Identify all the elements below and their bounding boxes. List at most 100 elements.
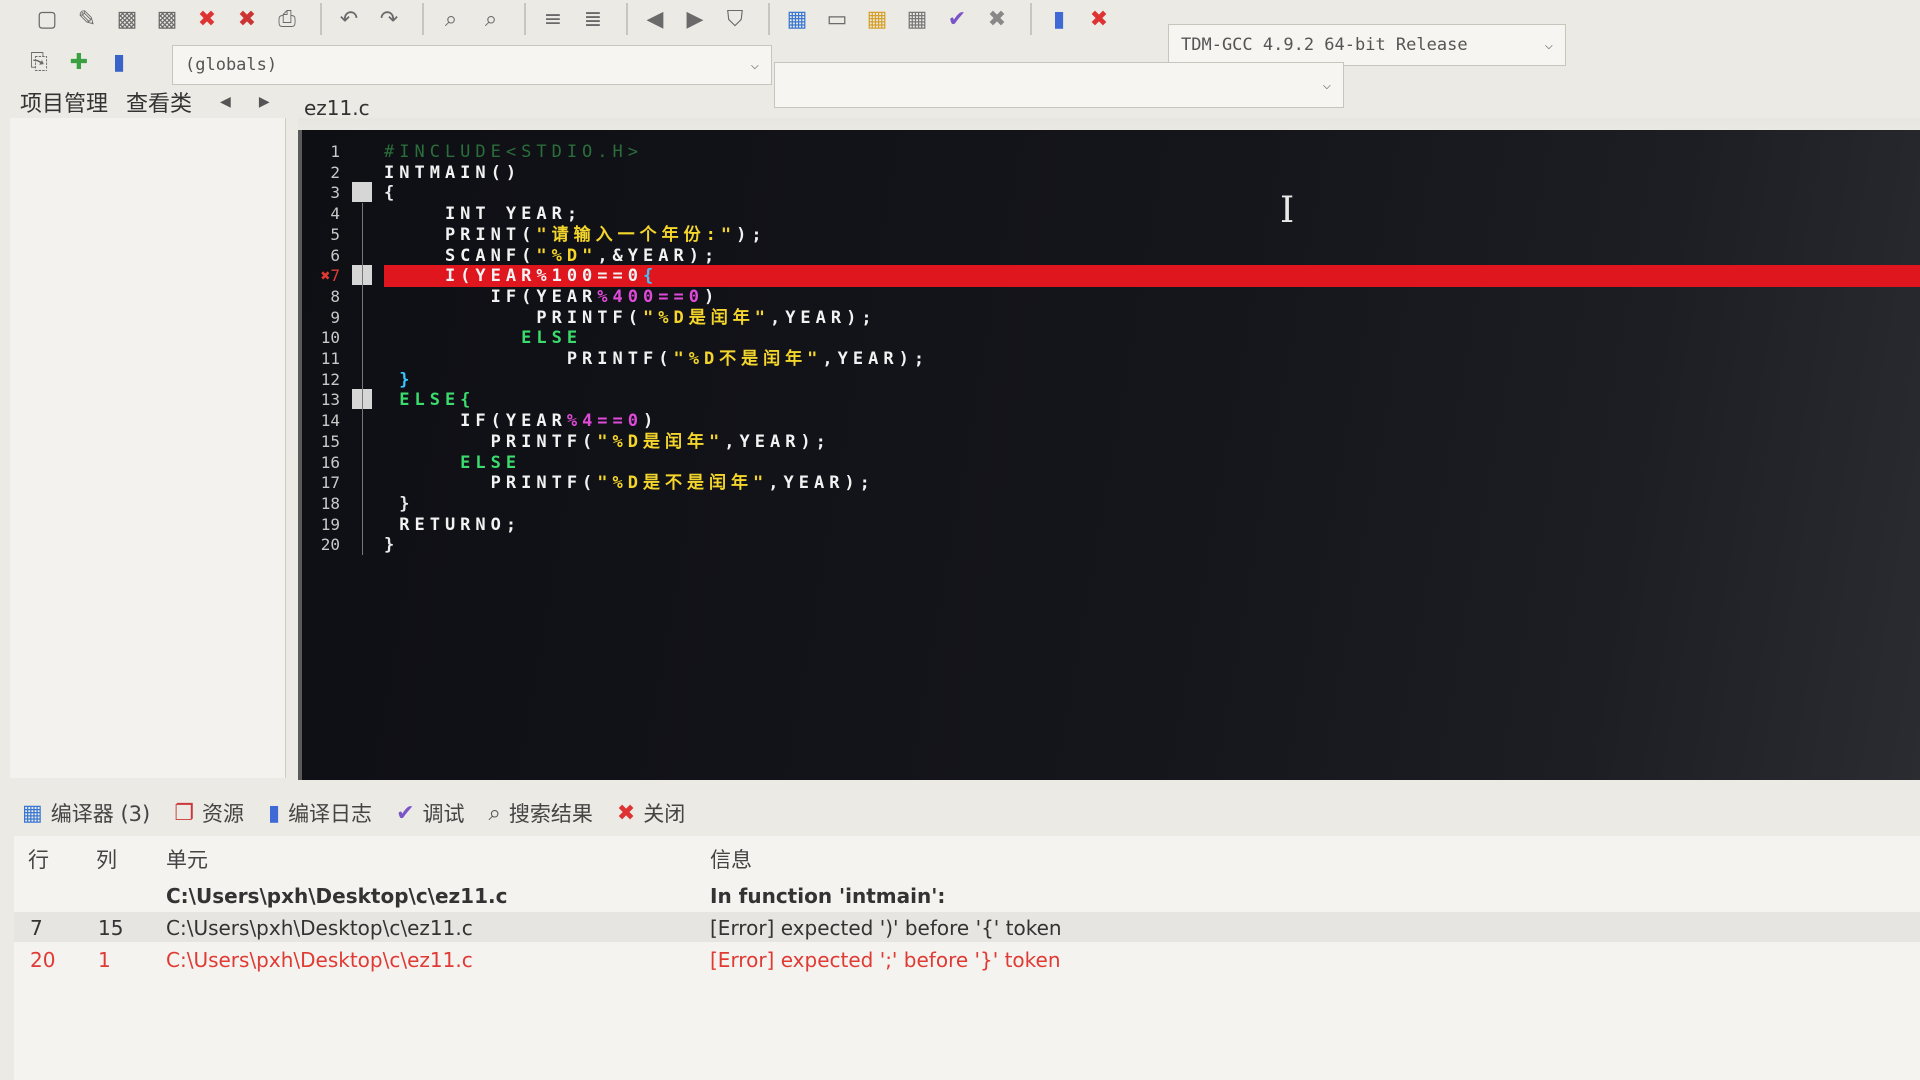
tab-project[interactable]: 项目管理 [20, 86, 108, 118]
line-number[interactable]: 16 [310, 453, 340, 472]
code-line[interactable]: ELSE [384, 453, 521, 473]
message-unit: C:\Users\pxh\Desktop\c\ez11.c [166, 916, 473, 940]
header-unit[interactable]: 单元 [166, 844, 208, 874]
close-file-icon[interactable]: ✖ [190, 4, 224, 34]
tab-close[interactable]: ✖ 关闭 [617, 798, 685, 828]
code-line[interactable]: } [384, 494, 414, 514]
open-file-icon[interactable]: ✎ [70, 4, 104, 34]
code-line[interactable]: RETURNO; [384, 515, 521, 535]
code-line[interactable]: { [384, 183, 399, 203]
message-col: 1 [98, 948, 111, 972]
line-number[interactable]: 9 [310, 308, 340, 327]
header-line[interactable]: 行 [28, 844, 49, 874]
tab-debug[interactable]: ✔ 调试 [396, 798, 464, 828]
line-number[interactable]: 12 [310, 370, 340, 389]
bookmark-next-icon[interactable]: ▶ [678, 4, 712, 34]
new-file-icon[interactable]: ▢ [30, 4, 64, 34]
file-tab[interactable]: ez11.c [304, 96, 370, 120]
tab-compile-log[interactable]: ▮ 编译日志 [268, 798, 372, 828]
code-line[interactable]: PRINTF("%D不是闰年",YEAR); [384, 349, 929, 369]
code-line[interactable]: ELSE{ [384, 390, 475, 410]
tab-classes[interactable]: 查看类 [126, 86, 192, 118]
chart-icon[interactable]: ▮ [1042, 4, 1076, 34]
code-line[interactable]: PRINTF("%D是闰年",YEAR); [384, 308, 877, 328]
fold-toggle-icon[interactable] [352, 182, 372, 203]
toolbar-separator [422, 3, 424, 35]
redo-icon[interactable]: ↷ [372, 4, 406, 34]
line-number[interactable]: 20 [310, 535, 340, 554]
function-combo[interactable]: ⌵ [774, 62, 1344, 108]
code-line[interactable]: IF(YEAR%400==0) [384, 287, 719, 307]
code-line[interactable]: } [384, 370, 414, 390]
code-token-def: SCANF( [384, 245, 537, 266]
line-number[interactable]: 4 [310, 204, 340, 223]
message-row[interactable]: C:\Users\pxh\Desktop\c\ez11.c In function… [14, 880, 1920, 910]
tab-resources[interactable]: ❐ 资源 [174, 798, 244, 828]
find-icon[interactable]: ⌕ [434, 4, 468, 34]
class-browser-icon[interactable]: ▮ [102, 47, 136, 77]
add-file-icon[interactable]: ✚ [62, 47, 96, 77]
bookmark-prev-icon[interactable]: ◀ [638, 4, 672, 34]
replace-icon[interactable]: ⌕ [474, 4, 508, 34]
check-icon: ✔ [396, 800, 415, 826]
code-line[interactable]: PRINTF("%D是闰年",YEAR); [384, 432, 831, 452]
line-number[interactable]: 6 [310, 246, 340, 265]
line-number[interactable]: 10 [310, 328, 340, 347]
message-row[interactable]: 7 15 C:\Users\pxh\Desktop\c\ez11.c [Error] … [14, 912, 1920, 942]
print-icon[interactable]: ⎙ [270, 4, 304, 34]
line-number[interactable]: ✖7 [310, 266, 340, 285]
tab-scroll-right-icon[interactable]: ▶ [259, 94, 270, 110]
new-project-icon[interactable]: ⎘ [22, 47, 56, 77]
code-line[interactable]: SCANF("%D",&YEAR); [384, 246, 719, 266]
compile-icon[interactable]: ▦ [780, 4, 814, 34]
tab-compiler[interactable]: ▦ 编译器 (3) [22, 798, 150, 828]
fold-guide [362, 203, 363, 556]
toggle-bookmark-icon[interactable]: ⛉ [718, 4, 752, 34]
code-line[interactable]: I(YEAR%100==0{ [384, 266, 658, 286]
tab-scroll-left-icon[interactable]: ◀ [220, 94, 231, 110]
header-col[interactable]: 列 [96, 844, 117, 874]
message-col: 15 [98, 916, 124, 940]
indent-icon[interactable]: ≡ [536, 4, 570, 34]
line-number[interactable]: 8 [310, 287, 340, 306]
chevron-down-icon: ⌵ [750, 57, 759, 73]
code-line[interactable]: INTMAIN() [384, 163, 521, 183]
rebuild-icon[interactable]: ▦ [900, 4, 934, 34]
close-all-icon[interactable]: ✖ [230, 4, 264, 34]
unindent-icon[interactable]: ≣ [576, 4, 610, 34]
line-number[interactable]: 13 [310, 390, 340, 409]
check-syntax-icon[interactable]: ✔ [940, 4, 974, 34]
message-row[interactable]: 20 1 C:\Users\pxh\Desktop\c\ez11.c [Error] … [14, 944, 1920, 974]
editor-gutter: 1 2 3 4 5 6 ✖7 8 9 10 11 12 13 14 15 16 17 18 19 20 [302, 130, 372, 780]
code-line[interactable]: IF(YEAR%4==0) [384, 411, 658, 431]
stop-icon[interactable]: ✖ [980, 4, 1014, 34]
compile-run-icon[interactable]: ▦ [860, 4, 894, 34]
code-editor[interactable]: 1 2 3 4 5 6 ✖7 8 9 10 11 12 13 14 15 16 17 18 19 20 #INCLUD… [298, 130, 1920, 780]
line-number[interactable]: 18 [310, 494, 340, 513]
line-number[interactable]: 11 [310, 349, 340, 368]
line-number[interactable]: 17 [310, 473, 340, 492]
line-number[interactable]: 3 [310, 183, 340, 202]
line-number[interactable]: 5 [310, 225, 340, 244]
code-line[interactable]: ELSE [384, 328, 582, 348]
left-panel-tabs: 项目管理 查看类 ◀ ▶ [20, 86, 270, 118]
code-line[interactable]: PRINT("请输入一个年份:"); [384, 225, 767, 245]
globals-combo[interactable]: (globals) ⌵ [172, 45, 772, 85]
header-info[interactable]: 信息 [710, 844, 752, 874]
run-icon[interactable]: ▭ [820, 4, 854, 34]
undo-icon[interactable]: ↶ [332, 4, 366, 34]
line-number[interactable]: 14 [310, 411, 340, 430]
code-line[interactable]: INT YEAR; [384, 204, 582, 224]
code-line[interactable]: #INCLUDE<STDIO.H> [384, 142, 643, 162]
line-number[interactable]: 1 [310, 142, 340, 161]
line-number[interactable]: 2 [310, 163, 340, 182]
tab-search-results[interactable]: ⌕ 搜索结果 [489, 798, 593, 828]
compiler-select[interactable]: TDM-GCC 4.9.2 64-bit Release ⌵ [1168, 24, 1566, 66]
line-number[interactable]: 19 [310, 515, 340, 534]
profile-icon[interactable]: ✖ [1082, 4, 1116, 34]
code-line[interactable]: } [384, 535, 399, 555]
save-all-icon[interactable]: ▩ [150, 4, 184, 34]
line-number[interactable]: 15 [310, 432, 340, 451]
code-line[interactable]: PRINTF("%D是不是闰年",YEAR); [384, 473, 875, 493]
save-icon[interactable]: ▩ [110, 4, 144, 34]
